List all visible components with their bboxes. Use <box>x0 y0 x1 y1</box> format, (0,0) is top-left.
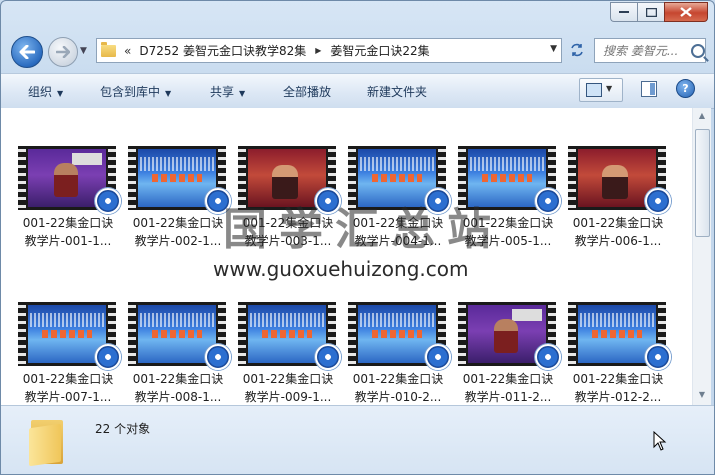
close-icon <box>680 7 692 17</box>
breadcrumb-separator-icon[interactable]: ▶ <box>315 46 321 55</box>
file-name-line1: 001-22集金口诀 <box>132 216 224 230</box>
file-name-line2: 教学片-006-1... <box>574 234 662 248</box>
minimize-icon <box>619 11 629 13</box>
media-player-icon <box>205 344 231 370</box>
folder-icon <box>29 420 67 467</box>
vertical-scrollbar[interactable]: ▲ ▼ <box>692 108 711 405</box>
file-name-line1: 001-22集金口诀 <box>572 372 664 386</box>
file-name-line2: 教学片-008-1... <box>134 390 222 404</box>
file-name: 001-22集金口诀 教学片-006-1... <box>566 214 670 250</box>
back-button[interactable] <box>11 36 43 68</box>
search-box[interactable] <box>594 38 706 63</box>
maximize-icon <box>645 7 657 17</box>
include-in-library-menu[interactable]: 包含到库中 ▼ <box>100 83 171 100</box>
media-player-icon <box>315 344 341 370</box>
folder-icon <box>101 41 116 57</box>
scroll-thumb[interactable] <box>695 129 710 237</box>
organize-label: 组织 <box>28 85 53 99</box>
file-name-line2: 教学片-009-1... <box>244 390 332 404</box>
file-name: 001-22集金口诀 教学片-010-2... <box>346 370 450 405</box>
refresh-icon <box>570 43 583 56</box>
file-name: 001-22集金口诀 教学片-009-1... <box>236 370 340 405</box>
arrow-left-icon <box>19 45 35 59</box>
media-player-icon <box>645 188 671 214</box>
media-player-icon <box>535 188 561 214</box>
file-name-line2: 教学片-002-1... <box>134 234 222 248</box>
recent-pages-dropdown[interactable]: ▼ <box>80 46 90 56</box>
new-folder-button[interactable]: 新建文件夹 <box>367 83 427 100</box>
item-count: 22 个对象 <box>95 422 151 436</box>
close-button[interactable] <box>664 2 708 22</box>
organize-menu[interactable]: 组织 ▼ <box>28 83 63 100</box>
view-icon <box>586 83 602 97</box>
file-name-line1: 001-22集金口诀 <box>572 216 664 230</box>
minimize-button[interactable] <box>610 2 637 22</box>
file-name-line1: 001-22集金口诀 <box>462 372 554 386</box>
chevron-down-icon: ▼ <box>606 84 613 93</box>
file-name-line1: 001-22集金口诀 <box>22 216 114 230</box>
refresh-button[interactable] <box>564 38 589 61</box>
file-name: 001-22集金口诀 教学片-011-2... <box>456 370 560 405</box>
file-name-line1: 001-22集金口诀 <box>352 372 444 386</box>
search-icon[interactable] <box>691 43 705 58</box>
file-name: 001-22集金口诀 教学片-012-2... <box>566 370 670 405</box>
explorer-window: ▼ « D7252 姜智元金口诀教学82集 ▶ 姜智元金口诀22集 ▼ 组织▼ … <box>0 0 715 475</box>
chevron-down-icon: ▼ <box>239 89 246 98</box>
file-name-line2: 教学片-010-2... <box>354 390 442 404</box>
preview-pane-icon[interactable] <box>641 81 657 97</box>
chevron-down-icon: ▼ <box>57 89 64 98</box>
file-name-line2: 教学片-012-2... <box>574 390 662 404</box>
breadcrumb-current[interactable]: 姜智元金口诀22集 <box>330 42 429 59</box>
media-player-icon <box>95 188 121 214</box>
file-name-line2: 教学片-001-1... <box>24 234 112 248</box>
file-name-line2: 教学片-011-2... <box>464 390 552 404</box>
window-controls <box>610 2 708 22</box>
breadcrumb-overflow[interactable]: « <box>124 44 131 58</box>
scroll-down-icon[interactable]: ▼ <box>696 390 708 402</box>
file-name: 001-22集金口诀 教学片-002-1... <box>126 214 230 250</box>
include-label: 包含到库中 <box>100 85 161 99</box>
address-bar[interactable]: « D7252 姜智元金口诀教学82集 ▶ 姜智元金口诀22集 ▼ <box>96 38 562 63</box>
file-name: 001-22集金口诀 教学片-001-1... <box>16 214 120 250</box>
details-pane: 22 个对象 <box>1 405 714 474</box>
media-player-icon <box>645 344 671 370</box>
file-name-line1: 001-22集金口诀 <box>242 372 334 386</box>
media-player-icon <box>425 344 451 370</box>
share-menu[interactable]: 共享 ▼ <box>210 83 245 100</box>
chevron-down-icon: ▼ <box>165 89 172 98</box>
change-view-button[interactable]: ▼ <box>579 78 623 102</box>
search-input[interactable] <box>601 42 689 59</box>
file-name: 001-22集金口诀 教学片-008-1... <box>126 370 230 405</box>
play-all-button[interactable]: 全部播放 <box>283 83 331 100</box>
watermark-text: 国学汇总站 <box>223 204 503 255</box>
address-dropdown-icon[interactable]: ▼ <box>550 44 557 54</box>
share-label: 共享 <box>210 85 235 99</box>
help-icon[interactable]: ? <box>676 79 695 98</box>
mouse-cursor-icon <box>653 431 667 451</box>
media-player-icon <box>95 344 121 370</box>
watermark-url: www.guoxuehuizong.com <box>213 257 469 281</box>
maximize-button[interactable] <box>637 2 664 22</box>
file-name-line1: 001-22集金口诀 <box>132 372 224 386</box>
arrow-right-icon <box>56 46 70 58</box>
file-name-line2: 教学片-007-1... <box>24 390 112 404</box>
forward-button[interactable] <box>48 37 78 67</box>
scroll-up-icon[interactable]: ▲ <box>696 111 708 123</box>
file-name-line1: 001-22集金口诀 <box>22 372 114 386</box>
breadcrumb-parent[interactable]: D7252 姜智元金口诀教学82集 <box>139 42 306 59</box>
media-player-icon <box>535 344 561 370</box>
file-name: 001-22集金口诀 教学片-007-1... <box>16 370 120 405</box>
